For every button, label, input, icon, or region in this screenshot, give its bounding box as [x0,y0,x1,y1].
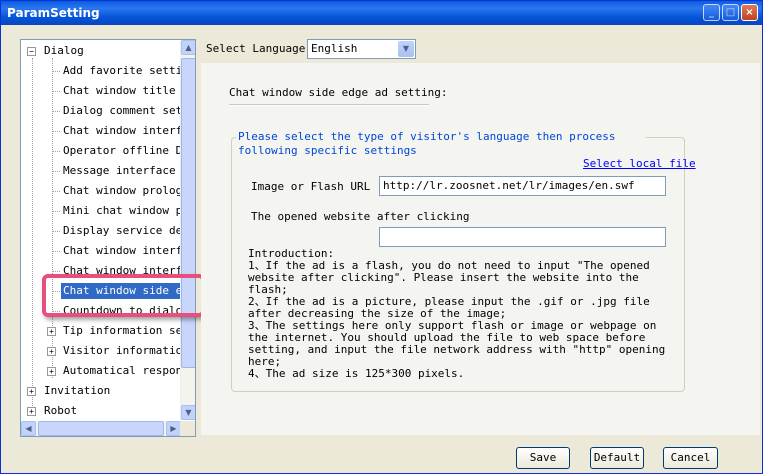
expand-icon[interactable]: + [47,327,56,336]
save-button[interactable]: Save [516,447,570,469]
tree-line [52,131,60,132]
tree-line [52,191,60,192]
maximize-icon: □ [725,7,736,18]
close-icon: × [745,7,754,18]
tree-item[interactable]: Tip information sett [61,323,181,339]
tree-item[interactable]: Add favorite setting [61,63,181,79]
tree-horizontal-scrollbar[interactable]: ◀ ▶ [21,421,181,436]
tree-item[interactable]: Chat window title se [61,83,181,99]
annotation-highlight-box [42,274,205,317]
window-title: ParamSetting [7,6,100,20]
tree-item[interactable]: Display service depa [61,223,181,239]
introduction-text: Introduction: 1、If the ad is a flash, yo… [248,247,666,380]
tree-line [52,211,60,212]
tree-line [52,171,60,172]
tree-item[interactable]: Chat window prologue [61,183,181,199]
language-select[interactable]: English ▼ [307,39,416,59]
tree-item[interactable]: Invitation [42,383,112,399]
section-title: Chat window side edge ad setting: [229,86,448,99]
tree-line [52,71,60,72]
hscroll-thumb[interactable] [38,421,164,436]
minimize-icon: _ [709,7,714,18]
select-local-file-link[interactable]: Select local file [583,157,696,171]
tree-item[interactable]: Automatical response [61,363,181,379]
default-button[interactable]: Default [590,447,644,469]
chevron-right-icon: ▶ [170,424,177,433]
title-bar[interactable]: ParamSetting _ □ × [1,1,762,25]
scroll-left-button[interactable]: ◀ [21,421,36,436]
scroll-thumb[interactable] [181,58,195,368]
tree-item[interactable]: Chat window interfac [61,243,181,259]
collapse-icon[interactable]: − [27,47,36,56]
tree-line [52,271,60,272]
window-controls: _ □ × [703,4,758,21]
tree-item[interactable]: Dialog comment setti [61,103,181,119]
tree-item[interactable]: Operator offline Dis [61,143,181,159]
param-setting-window: ParamSetting _ □ × − Dialog Add favorite s… [0,0,763,474]
chevron-up-icon: ▲ [185,43,192,52]
tree-item[interactable]: Mini chat window pro [61,203,181,219]
expand-icon[interactable]: + [27,407,36,416]
scroll-up-button[interactable]: ▲ [181,40,195,55]
tree-line [52,251,60,252]
maximize-button[interactable]: □ [722,4,739,21]
chevron-down-icon[interactable]: ▼ [398,41,414,57]
tree-item[interactable]: Dialog [42,43,86,59]
tree-item[interactable]: Chat window interfac [61,123,181,139]
website-label: The opened website after clicking [251,210,470,223]
image-url-input[interactable]: http://lr.zoosnet.net/lr/images/en.swf [379,176,666,196]
tree-content: −Dialog Add favorite setting Chat window t… [21,40,181,420]
website-input[interactable] [379,227,666,247]
expand-icon[interactable]: + [47,367,56,376]
image-url-label: Image or Flash URL [251,180,371,193]
scroll-down-button[interactable]: ▼ [181,405,195,420]
expand-icon[interactable]: + [27,387,36,396]
close-button[interactable]: × [741,4,758,21]
scroll-right-button[interactable]: ▶ [166,421,181,436]
expand-icon[interactable]: + [47,347,56,356]
tree-line [52,151,60,152]
tree-line [52,111,60,112]
cancel-button[interactable]: Cancel [663,447,718,469]
chevron-left-icon: ◀ [25,424,32,433]
tree-item[interactable]: Message interface se [61,163,181,179]
section-divider [229,104,429,106]
tree-vertical-scrollbar[interactable]: ▲ ▼ [180,40,195,420]
select-language-label: Select Language [206,42,306,55]
tree-item[interactable]: Visitor information [61,343,181,359]
tree-line [52,231,60,232]
minimize-button[interactable]: _ [703,4,720,21]
settings-tree[interactable]: −Dialog Add favorite setting Chat window t… [20,39,196,437]
tree-item[interactable]: Robot [42,403,79,419]
chevron-down-icon: ▼ [185,408,192,417]
scroll-corner [180,421,195,436]
tree-line [32,58,33,412]
group-title: Please select the type of visitor's lang… [236,130,646,158]
language-select-value: English [311,42,358,55]
tree-line [52,91,60,92]
